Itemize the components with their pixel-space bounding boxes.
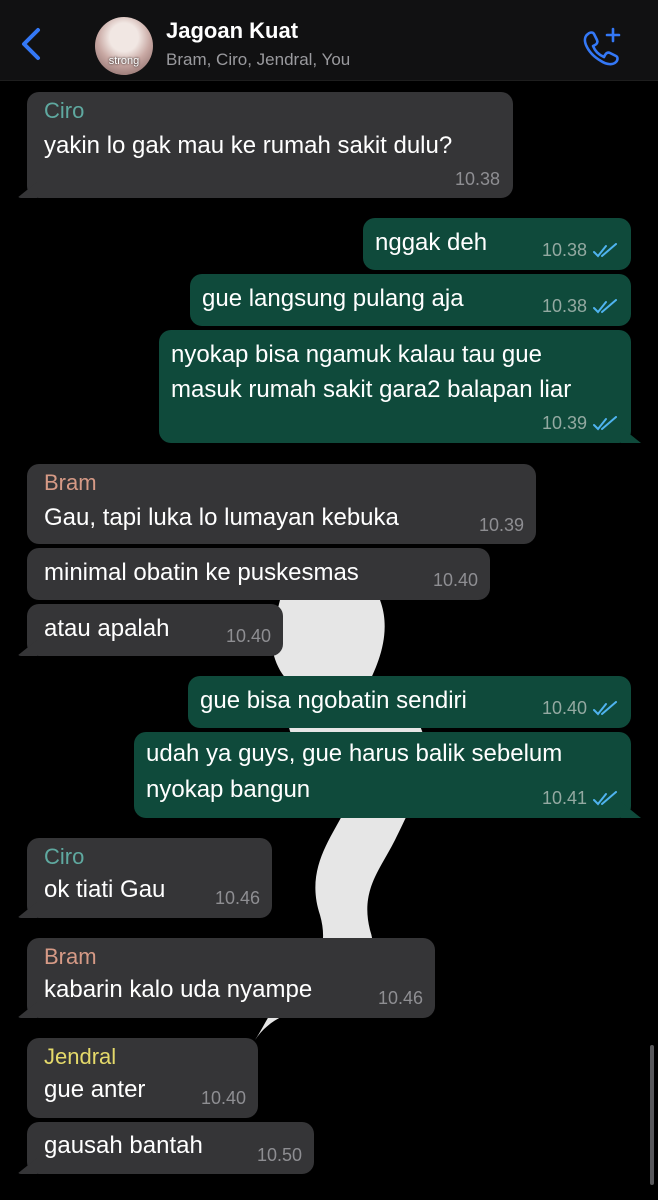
message-outgoing[interactable]: nyokap bisa ngamuk kalau tau gue masuk r… — [159, 330, 631, 443]
message-text: gue anter — [44, 1076, 146, 1103]
double-check-icon — [593, 243, 617, 258]
message-outgoing[interactable]: gue langsung pulang aja 10.38 — [190, 274, 631, 326]
group-title[interactable]: Jagoan Kuat — [166, 18, 298, 44]
message-time: 10.39 — [478, 515, 524, 535]
chevron-left-icon — [22, 28, 40, 60]
message-text: nggak deh — [375, 229, 488, 256]
message-time: 10.38 — [454, 169, 500, 189]
message-text: gausah bantah — [44, 1132, 203, 1159]
message-incoming[interactable]: Jendral gue anter 10.40 — [27, 1038, 258, 1118]
message-text: nyokap bangun — [146, 776, 311, 803]
message-text: ok tiati Gau — [44, 876, 166, 903]
message-text: gue langsung pulang aja — [202, 285, 464, 312]
group-members[interactable]: Bram, Ciro, Jendral, You — [166, 50, 350, 70]
message-text: gue bisa ngobatin sendiri — [200, 687, 467, 714]
message-incoming[interactable]: Ciro ok tiati Gau 10.46 — [27, 838, 272, 918]
double-check-icon — [593, 416, 617, 431]
add-call-icon — [583, 27, 621, 66]
message-text: kabarin kalo uda nyampe — [44, 976, 313, 1003]
double-check-icon — [593, 299, 617, 314]
message-incoming[interactable]: Ciro yakin lo gak mau ke rumah sakit dul… — [27, 92, 513, 198]
group-avatar[interactable]: strong — [95, 17, 153, 75]
message-time: 10.40 — [541, 698, 587, 718]
add-call-button[interactable] — [580, 26, 624, 66]
avatar-label: strong — [108, 55, 140, 67]
sender-name: Bram — [44, 470, 97, 495]
message-outgoing[interactable]: nggak deh 10.38 — [363, 218, 631, 270]
scrollbar[interactable] — [650, 1045, 654, 1185]
message-text: Gau, tapi luka lo lumayan kebuka — [44, 504, 399, 531]
message-incoming[interactable]: Bram kabarin kalo uda nyampe 10.46 — [27, 938, 435, 1018]
message-text: yakin lo gak mau ke rumah sakit dulu? — [44, 132, 453, 159]
sender-name: Ciro — [44, 844, 85, 869]
message-incoming[interactable]: atau apalah 10.40 — [27, 604, 283, 656]
message-time: 10.50 — [256, 1145, 302, 1165]
sender-name: Bram — [44, 944, 97, 969]
message-time: 10.40 — [225, 626, 271, 646]
message-text: nyokap bisa ngamuk kalau tau gue — [171, 341, 542, 368]
message-text: minimal obatin ke puskesmas — [44, 559, 359, 586]
message-incoming[interactable]: Bram Gau, tapi luka lo lumayan kebuka 10… — [27, 464, 536, 544]
message-incoming[interactable]: minimal obatin ke puskesmas 10.40 — [27, 548, 490, 600]
double-check-icon — [593, 791, 617, 806]
message-text: udah ya guys, gue harus balik sebelum — [146, 740, 563, 767]
message-time: 10.39 — [541, 413, 587, 433]
double-check-icon — [593, 701, 617, 716]
sender-name: Ciro — [44, 98, 85, 123]
sender-name: Jendral — [44, 1044, 117, 1069]
chat-header: strong Jagoan Kuat Bram, Ciro, Jendral, … — [0, 0, 658, 81]
back-button[interactable] — [14, 22, 50, 66]
message-time: 10.40 — [200, 1088, 246, 1108]
message-time: 10.38 — [541, 296, 587, 316]
message-text: masuk rumah sakit gara2 balapan liar — [171, 376, 572, 403]
message-time: 10.46 — [377, 988, 423, 1008]
message-time: 10.46 — [214, 888, 260, 908]
message-time: 10.41 — [541, 788, 587, 808]
message-incoming[interactable]: gausah bantah 10.50 — [27, 1122, 314, 1174]
message-outgoing[interactable]: gue bisa ngobatin sendiri 10.40 — [188, 676, 631, 728]
message-time: 10.40 — [432, 570, 478, 590]
message-outgoing[interactable]: udah ya guys, gue harus balik sebelum ny… — [134, 732, 631, 818]
message-text: atau apalah — [44, 615, 170, 642]
message-time: 10.38 — [541, 240, 587, 260]
